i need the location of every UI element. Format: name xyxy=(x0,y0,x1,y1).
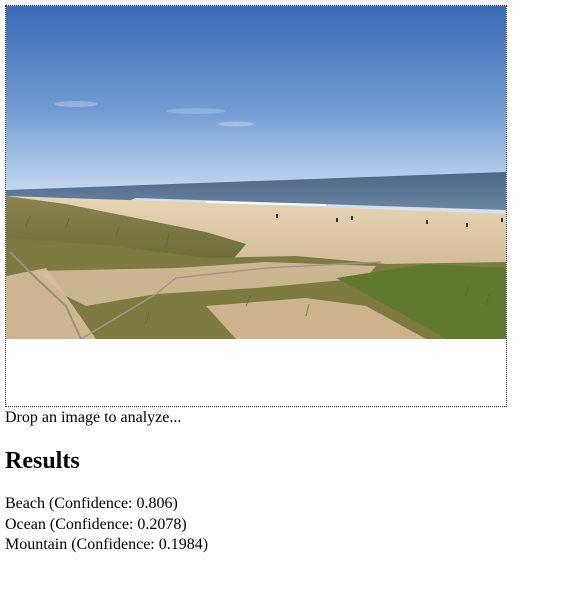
result-item-beach: Beach (Confidence: 0.806) xyxy=(5,495,178,512)
results-heading: Results xyxy=(5,448,80,474)
results-list: Beach (Confidence: 0.806) Ocean (Confide… xyxy=(5,494,208,556)
result-item-ocean: Ocean (Confidence: 0.2078) xyxy=(5,515,187,533)
beach-photo xyxy=(6,6,506,339)
drop-hint-text: Drop an image to analyze... xyxy=(5,409,182,426)
image-drop-zone[interactable] xyxy=(5,5,507,407)
result-item-mountain: Mountain (Confidence: 0.1984) xyxy=(5,536,209,553)
